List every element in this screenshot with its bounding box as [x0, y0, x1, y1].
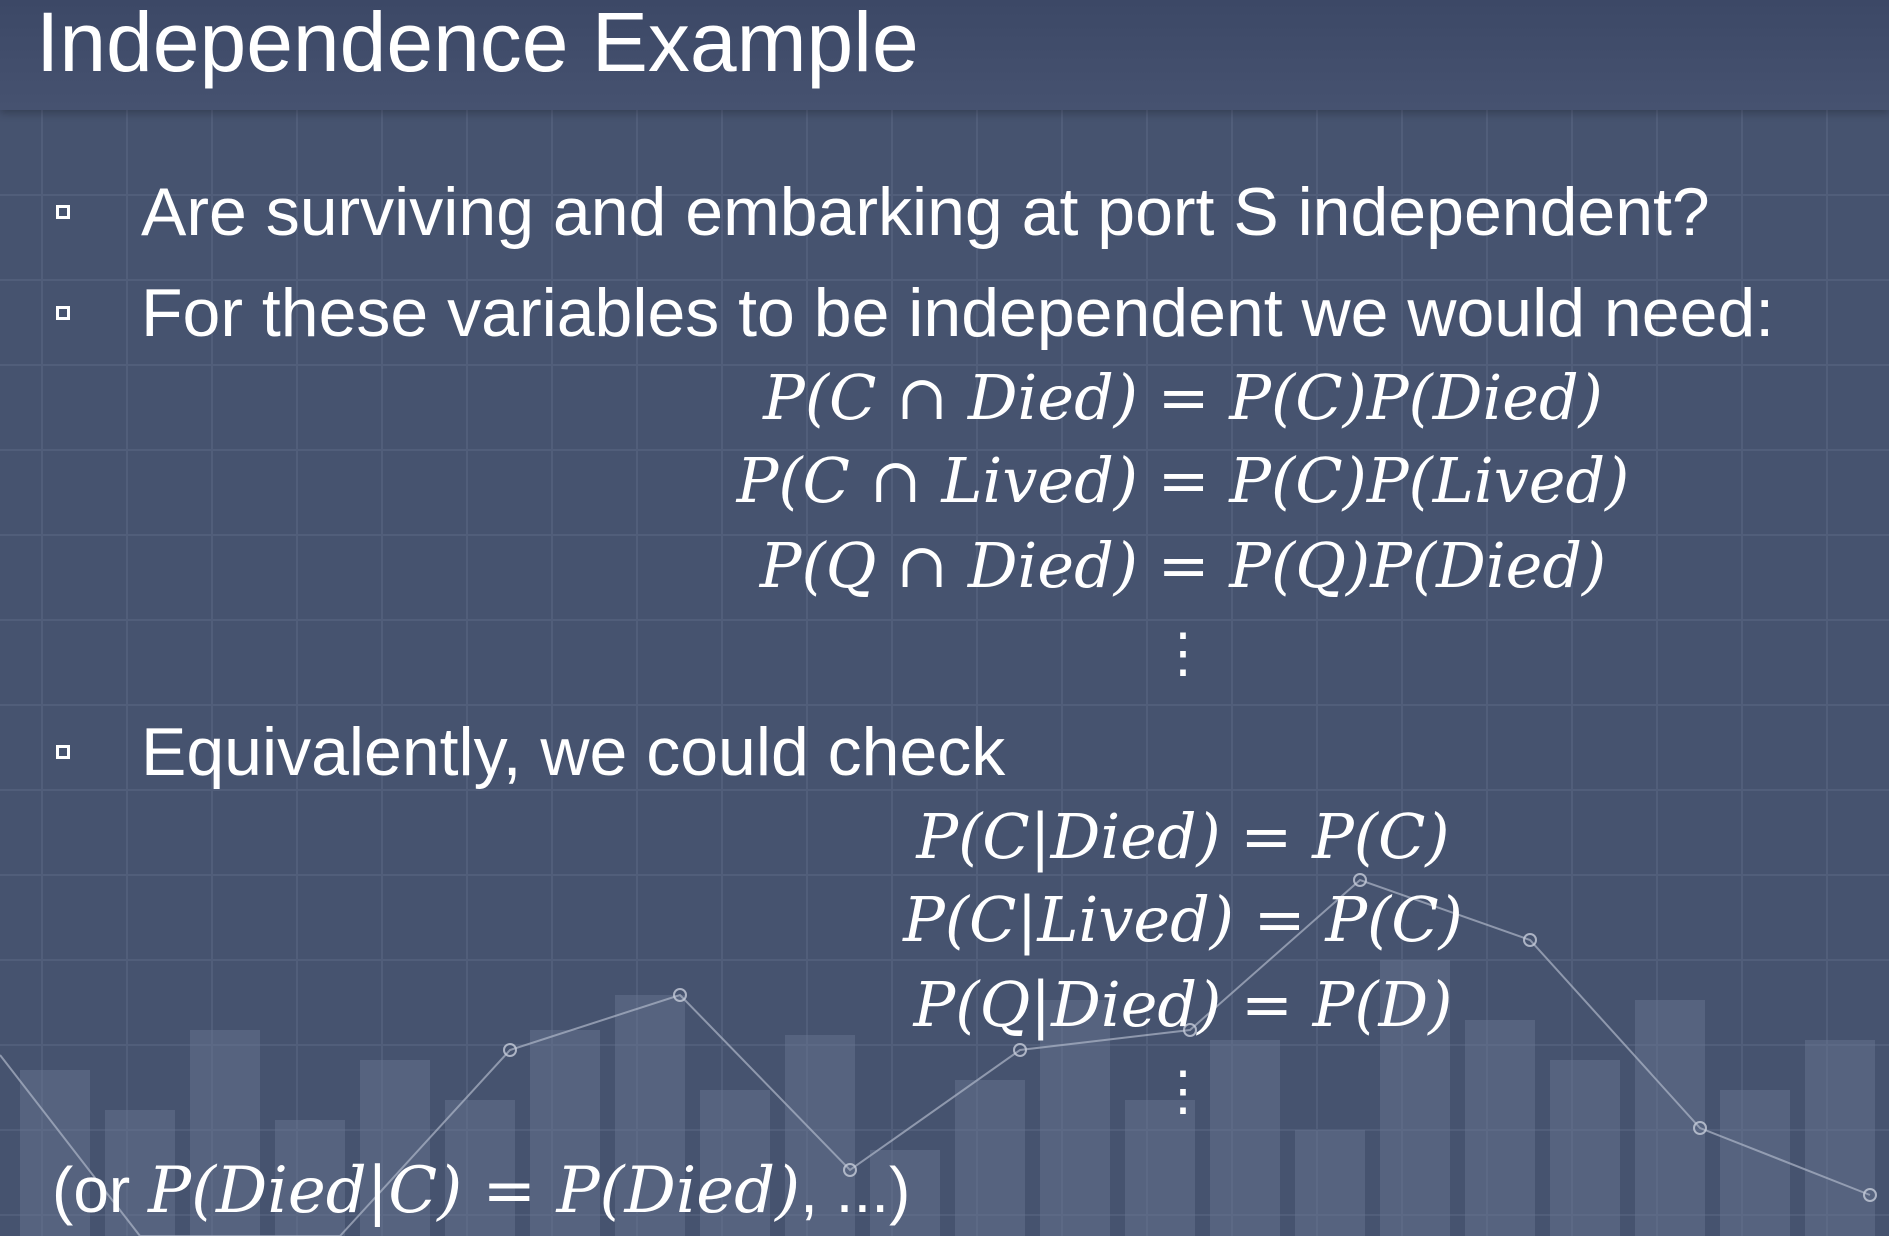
bullet-marker: [56, 205, 70, 219]
bullet-text: Are surviving and embarking at port S in…: [141, 174, 1710, 250]
equation-conditional-1: P(C|Died) = P(C): [916, 800, 1450, 873]
footnote: (or P(Died|C) = P(Died), ...): [52, 1152, 910, 1229]
equation-joint-1: P(C ∩ Died) = P(C)P(Died): [763, 361, 1603, 434]
bullet-text: Equivalently, we could check: [141, 714, 1006, 790]
footnote-equation: P(Died|C) = P(Died): [148, 1154, 801, 1228]
bullet-marker: [56, 306, 70, 320]
vertical-ellipsis: ⋮: [1156, 1059, 1210, 1122]
equation-conditional-3: P(Q|Died) = P(D): [913, 968, 1453, 1041]
background-bar: [1465, 1020, 1535, 1236]
bullet-marker: [56, 745, 70, 759]
slide-title: Independence Example: [36, 0, 919, 89]
footnote-suffix: , ...): [800, 1154, 911, 1226]
title-bar: Independence Example: [0, 0, 1889, 110]
bullet-text: For these variables to be independent we…: [141, 275, 1775, 351]
footnote-prefix: (or: [52, 1154, 148, 1226]
background-bar: [1295, 1130, 1365, 1236]
equation-joint-3: P(Q ∩ Died) = P(Q)P(Died): [759, 529, 1607, 602]
vertical-ellipsis: ⋮: [1156, 621, 1210, 684]
equation-joint-2: P(C ∩ Lived) = P(C)P(Lived): [736, 444, 1630, 517]
equation-conditional-2: P(C|Lived) = P(C): [903, 883, 1463, 956]
